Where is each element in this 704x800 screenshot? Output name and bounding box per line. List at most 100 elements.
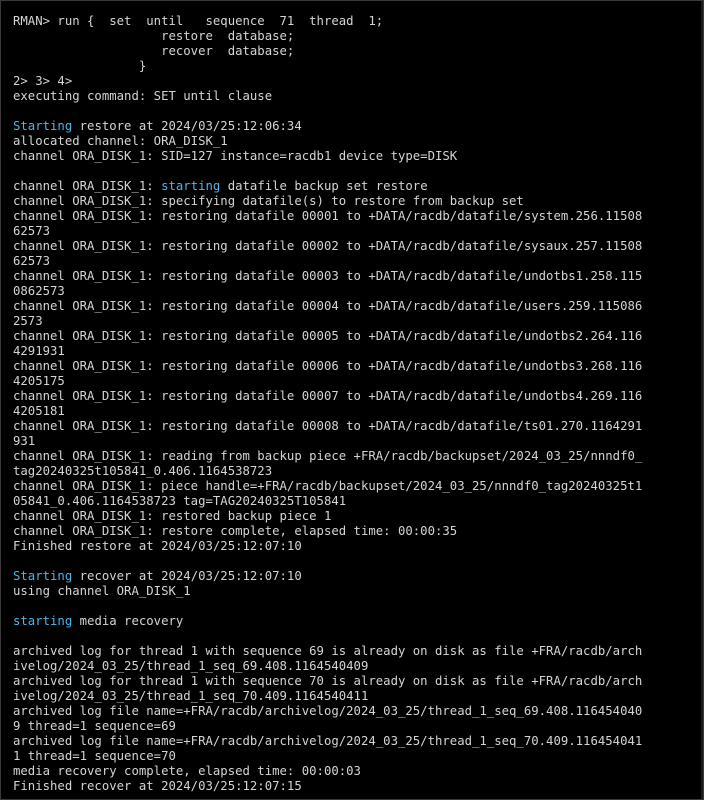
line-text: channel ORA_DISK_1: piece handle=+FRA/ra… — [13, 479, 643, 493]
line-text: channel ORA_DISK_1: restore complete, el… — [13, 524, 458, 538]
line-text: datafile backup set restore — [220, 179, 428, 193]
terminal-line: restore database; — [13, 29, 703, 44]
line-text: channel ORA_DISK_1: reading from backup … — [13, 449, 643, 463]
line-text: channel ORA_DISK_1: restoring datafile 0… — [13, 419, 643, 433]
terminal-window[interactable]: RMAN> run { set until sequence 71 thread… — [0, 0, 704, 800]
terminal-line: channel ORA_DISK_1: specifying datafile(… — [13, 194, 703, 209]
terminal-line: channel ORA_DISK_1: restored backup piec… — [13, 509, 703, 524]
line-text: } — [13, 59, 147, 73]
terminal-line: channel ORA_DISK_1: restore complete, el… — [13, 524, 703, 539]
terminal-line: channel ORA_DISK_1: starting datafile ba… — [13, 179, 703, 194]
terminal-line: 2> 3> 4> — [13, 74, 703, 89]
line-text: allocated channel: ORA_DISK_1 — [13, 134, 228, 148]
line-text: using channel ORA_DISK_1 — [13, 584, 191, 598]
terminal-line: media recovery complete, elapsed time: 0… — [13, 764, 703, 779]
line-text: restore database; — [13, 29, 295, 43]
line-text: 4291931 — [13, 344, 65, 358]
terminal-line: executing command: SET until clause — [13, 89, 703, 104]
terminal-line: allocated channel: ORA_DISK_1 — [13, 134, 703, 149]
highlighted-keyword: Starting — [13, 119, 73, 133]
terminal-line: Starting restore at 2024/03/25:12:06:34 — [13, 119, 703, 134]
terminal-line: channel ORA_DISK_1: piece handle=+FRA/ra… — [13, 479, 703, 494]
terminal-line: 1 thread=1 sequence=70 — [13, 749, 703, 764]
terminal-line: channel ORA_DISK_1: reading from backup … — [13, 449, 703, 464]
terminal-line: channel ORA_DISK_1: restoring datafile 0… — [13, 359, 703, 374]
terminal-line: 4205175 — [13, 374, 703, 389]
terminal-line: RMAN> run { set until sequence 71 thread… — [13, 14, 703, 29]
line-text: channel ORA_DISK_1: restoring datafile 0… — [13, 269, 643, 283]
terminal-line: 4291931 — [13, 344, 703, 359]
line-text: recover database; — [13, 44, 295, 58]
line-text: 4205175 — [13, 374, 65, 388]
line-text: archived log file name=+FRA/racdb/archiv… — [13, 734, 643, 748]
highlighted-keyword: Starting — [13, 569, 73, 583]
line-text: 62573 — [13, 254, 51, 268]
line-text: 0862573 — [13, 284, 65, 298]
line-text: channel ORA_DISK_1: — [13, 179, 162, 193]
terminal-line: tag20240325t105841_0.406.1164538723 — [13, 464, 703, 479]
terminal-line: 62573 — [13, 224, 703, 239]
line-text: Finished recover at 2024/03/25:12:07:15 — [13, 779, 302, 793]
line-text: 2> 3> 4> — [13, 74, 73, 88]
window-edge — [701, 1, 703, 799]
line-text: ivelog/2024_03_25/thread_1_seq_70.409.11… — [13, 689, 369, 703]
terminal-line: channel ORA_DISK_1: restoring datafile 0… — [13, 389, 703, 404]
terminal-line: Finished restore at 2024/03/25:12:07:10 — [13, 539, 703, 554]
line-text: channel ORA_DISK_1: SID=127 instance=rac… — [13, 149, 458, 163]
line-text: 62573 — [13, 224, 51, 238]
line-text: restore at 2024/03/25:12:06:34 — [72, 119, 302, 133]
terminal-line: 4205181 — [13, 404, 703, 419]
terminal-line: } — [13, 59, 703, 74]
line-text: channel ORA_DISK_1: restoring datafile 0… — [13, 239, 643, 253]
line-text: executing command: SET until clause — [13, 89, 273, 103]
line-text: archived log file name=+FRA/racdb/archiv… — [13, 704, 643, 718]
terminal-line: channel ORA_DISK_1: restoring datafile 0… — [13, 299, 703, 314]
line-text: 05841_0.406.1164538723 tag=TAG20240325T1… — [13, 494, 347, 508]
line-text: ivelog/2024_03_25/thread_1_seq_69.408.11… — [13, 659, 369, 673]
line-text: channel ORA_DISK_1: restoring datafile 0… — [13, 299, 643, 313]
line-text: channel ORA_DISK_1: restoring datafile 0… — [13, 389, 643, 403]
line-text: channel ORA_DISK_1: restored backup piec… — [13, 509, 332, 523]
terminal-line: channel ORA_DISK_1: restoring datafile 0… — [13, 329, 703, 344]
terminal-line: channel ORA_DISK_1: restoring datafile 0… — [13, 239, 703, 254]
line-text: RMAN> run { set until sequence 71 thread… — [13, 14, 384, 28]
line-text: 2573 — [13, 314, 43, 328]
terminal-line: channel ORA_DISK_1: restoring datafile 0… — [13, 419, 703, 434]
terminal-line: starting media recovery — [13, 614, 703, 629]
line-text: archived log for thread 1 with sequence … — [13, 674, 643, 688]
terminal-line: channel ORA_DISK_1: SID=127 instance=rac… — [13, 149, 703, 164]
line-text: channel ORA_DISK_1: restoring datafile 0… — [13, 359, 643, 373]
line-text: 4205181 — [13, 404, 65, 418]
highlighted-keyword: starting — [161, 179, 221, 193]
line-text: tag20240325t105841_0.406.1164538723 — [13, 464, 273, 478]
terminal-line: archived log file name=+FRA/racdb/archiv… — [13, 734, 703, 749]
line-text: channel ORA_DISK_1: specifying datafile(… — [13, 194, 524, 208]
line-text: 9 thread=1 sequence=69 — [13, 719, 176, 733]
line-text: Finished restore at 2024/03/25:12:07:10 — [13, 539, 302, 553]
terminal-output: RMAN> run { set until sequence 71 thread… — [13, 14, 703, 794]
line-text: media recovery — [72, 614, 184, 628]
terminal-line: 931 — [13, 434, 703, 449]
terminal-line: ivelog/2024_03_25/thread_1_seq_69.408.11… — [13, 659, 703, 674]
highlighted-keyword: starting — [13, 614, 73, 628]
terminal-line: archived log for thread 1 with sequence … — [13, 644, 703, 659]
line-text: channel ORA_DISK_1: restoring datafile 0… — [13, 209, 643, 223]
line-text: recover at 2024/03/25:12:07:10 — [72, 569, 302, 583]
terminal-line: 9 thread=1 sequence=69 — [13, 719, 703, 734]
terminal-line: 0862573 — [13, 284, 703, 299]
terminal-line: archived log file name=+FRA/racdb/archiv… — [13, 704, 703, 719]
line-text: 1 thread=1 sequence=70 — [13, 749, 176, 763]
line-text: archived log for thread 1 with sequence … — [13, 644, 643, 658]
terminal-line: Finished recover at 2024/03/25:12:07:15 — [13, 779, 703, 794]
line-text: media recovery complete, elapsed time: 0… — [13, 764, 361, 778]
terminal-line: 05841_0.406.1164538723 tag=TAG20240325T1… — [13, 494, 703, 509]
terminal-line: recover database; — [13, 44, 703, 59]
line-text: channel ORA_DISK_1: restoring datafile 0… — [13, 329, 643, 343]
terminal-line: ivelog/2024_03_25/thread_1_seq_70.409.11… — [13, 689, 703, 704]
terminal-line: archived log for thread 1 with sequence … — [13, 674, 703, 689]
